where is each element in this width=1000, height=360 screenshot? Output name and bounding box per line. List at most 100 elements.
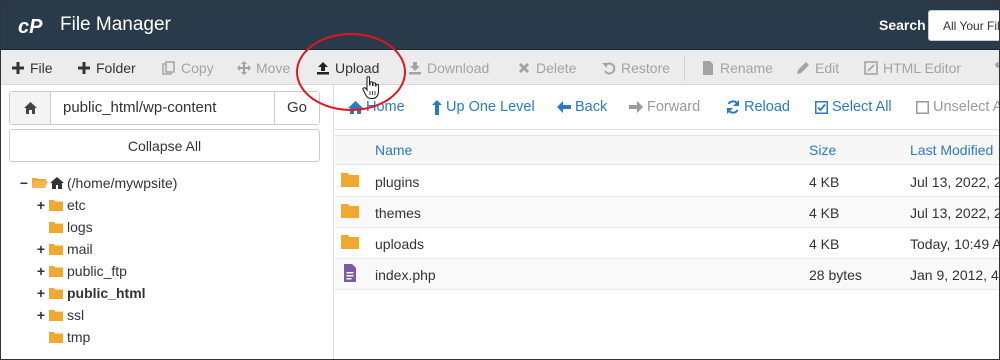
path-input[interactable]: public_html/wp-content [63, 99, 216, 116]
new-folder-button[interactable]: Folder [77, 50, 136, 85]
tree-item-public-html[interactable]: + public_html [35, 283, 146, 303]
tree-expander[interactable]: + [35, 197, 47, 213]
html-editor-button[interactable]: HTML Editor [864, 50, 961, 85]
move-icon [237, 60, 251, 75]
checkbox-checked-icon [815, 100, 828, 114]
tree-item-label: public_ftp [67, 263, 127, 279]
nav-up-label: Up One Level [446, 99, 535, 115]
overflow-tool-button[interactable] [988, 50, 1000, 85]
tree-item-home[interactable]: − (/home/mywpsite) [18, 173, 178, 193]
tree-item-label: public_html [67, 285, 146, 301]
restore-label: Restore [621, 59, 671, 76]
tree-expander[interactable]: + [35, 263, 47, 279]
nav-reload-label: Reload [744, 99, 790, 115]
collapse-all-button[interactable]: Collapse All [9, 129, 320, 162]
folder-tree-panel: public_html/wp-content Go Collapse All −… [0, 85, 334, 360]
column-header-name[interactable]: Name [375, 142, 412, 158]
tree-item-mail[interactable]: + mail [35, 239, 93, 259]
nav-back-label: Back [575, 99, 608, 115]
download-button[interactable]: Download [408, 50, 489, 85]
new-file-button[interactable]: File [11, 50, 53, 85]
path-home-button[interactable] [10, 92, 51, 124]
folder-open-icon [32, 178, 48, 188]
tree-expander[interactable]: − [18, 175, 30, 191]
table-row[interactable]: plugins 4 KB Jul 13, 2022, 2 [335, 166, 1000, 197]
search-label: Search [879, 17, 926, 33]
copy-label: Copy [181, 59, 214, 76]
tree-item-ssl[interactable]: + ssl [35, 305, 84, 325]
folder-icon [49, 243, 63, 255]
folder-icon [341, 235, 359, 249]
tree-item-label: logs [67, 219, 93, 235]
rename-button[interactable]: Rename [701, 50, 773, 85]
table-header: Name Size Last Modified [335, 135, 1000, 165]
nav-select-all-button[interactable]: Select All [815, 99, 892, 115]
plus-icon [11, 61, 25, 75]
tree-expander[interactable]: + [35, 285, 47, 301]
table-row[interactable]: uploads 4 KB Today, 10:49 A [335, 228, 1000, 259]
reload-icon [727, 100, 739, 114]
copy-button[interactable]: Copy [162, 50, 214, 85]
home-icon [24, 102, 37, 114]
tree-expander[interactable]: + [35, 241, 47, 257]
tree-item-tmp[interactable]: tmp [35, 327, 90, 347]
nav-unselect-all-label: Unselect A [933, 99, 1000, 115]
nav-forward-button[interactable]: Forward [629, 99, 700, 115]
file-size: 4 KB [809, 205, 840, 221]
edit-label: Edit [815, 59, 840, 76]
tree-item-label: mail [67, 241, 93, 257]
cpanel-logo-icon: cP [18, 16, 43, 37]
delete-label: Delete [536, 59, 577, 76]
file-size: 4 KB [809, 174, 840, 190]
file-size: 4 KB [809, 236, 840, 252]
search-scope-select[interactable]: All Your Fil [928, 10, 1000, 41]
rename-label: Rename [720, 59, 773, 76]
nav-back-button[interactable]: Back [557, 99, 607, 115]
path-bar: public_html/wp-content Go [9, 91, 320, 125]
nav-up-button[interactable]: Up One Level [432, 99, 535, 115]
plus-icon [77, 61, 91, 75]
folder-icon [49, 309, 63, 321]
tree-expander[interactable]: + [35, 307, 47, 323]
nav-forward-label: Forward [647, 99, 701, 115]
file-icon [701, 60, 715, 75]
svg-text:cP: cP [18, 16, 43, 37]
restore-button[interactable]: Restore [602, 50, 670, 85]
file-name: themes [375, 205, 421, 221]
delete-button[interactable]: Delete [517, 50, 576, 85]
column-header-last-modified[interactable]: Last Modified [910, 142, 993, 158]
app-header: cP File Manager Search All Your Fil [0, 0, 1000, 50]
tree-item-label: etc [67, 197, 86, 213]
table-row[interactable]: themes 4 KB Jul 13, 2022, 2 [335, 197, 1000, 228]
tree-item-etc[interactable]: + etc [35, 195, 86, 215]
nav-reload-button[interactable]: Reload [726, 99, 790, 115]
up-arrow-icon [432, 99, 442, 115]
download-label: Download [427, 59, 490, 76]
nav-unselect-all-button[interactable]: Unselect A [916, 99, 1000, 115]
file-size: 28 bytes [809, 267, 862, 283]
edit-button[interactable]: Edit [796, 50, 839, 85]
html-editor-label: HTML Editor [883, 59, 962, 76]
file-modified: Jul 13, 2022, 2 [910, 205, 1000, 221]
folder-icon [49, 199, 63, 211]
tree-item-public-ftp[interactable]: + public_ftp [35, 261, 127, 281]
tree-item-logs[interactable]: logs [35, 217, 93, 237]
move-button[interactable]: Move [237, 50, 290, 85]
file-modified: Jul 13, 2022, 2 [910, 174, 1000, 190]
table-row[interactable]: index.php 28 bytes Jan 9, 2012, 4 [335, 259, 1000, 290]
column-header-size[interactable]: Size [809, 142, 836, 158]
wrench-icon [988, 61, 1000, 75]
toolbar: File Folder Copy Move Upload Download De… [0, 50, 1000, 85]
folder-icon [49, 287, 63, 299]
home-icon [50, 177, 64, 189]
upload-highlight-circle [296, 33, 406, 111]
checkbox-empty-icon [916, 100, 929, 114]
file-modified: Jan 9, 2012, 4 [910, 267, 999, 283]
navigation-bar: Home Up One Level Back Forward Reload Se… [335, 85, 1000, 130]
move-label: Move [256, 59, 291, 76]
download-icon [408, 61, 422, 75]
toolbar-divider [684, 55, 685, 81]
pencil-icon [796, 61, 810, 75]
folder-icon [49, 331, 63, 343]
copy-icon [162, 60, 176, 75]
